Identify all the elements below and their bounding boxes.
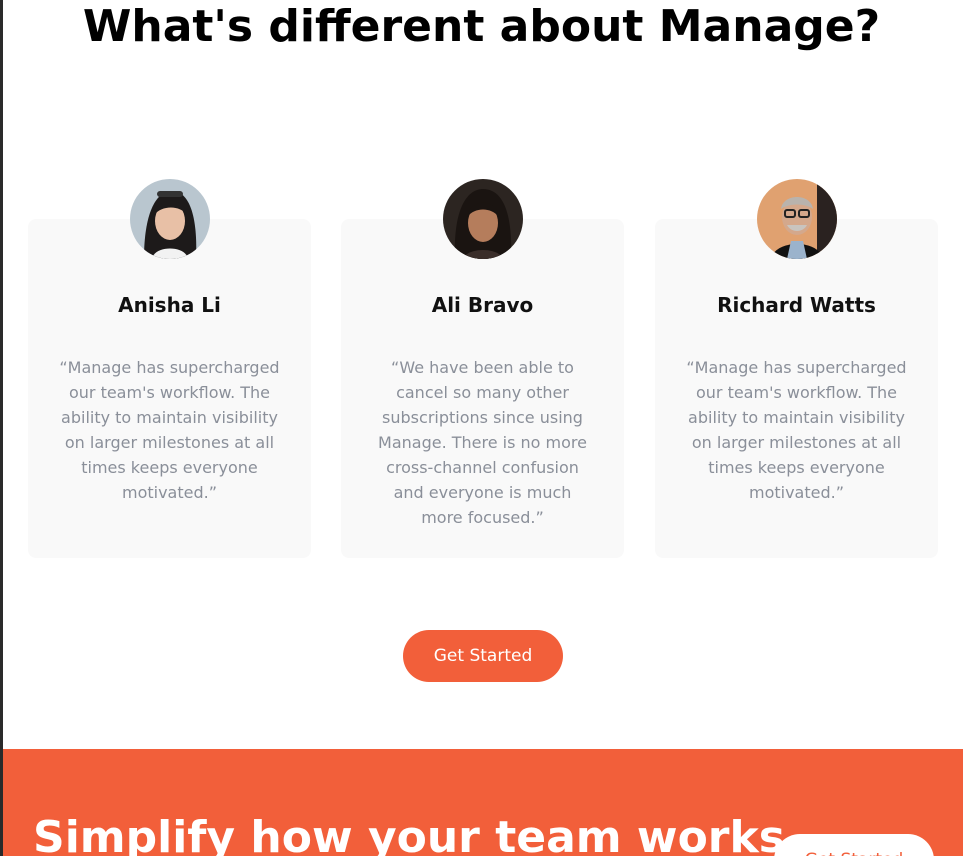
testimonial-name: Ali Bravo — [431, 293, 534, 317]
cta-banner: Simplify how your team works Get Started — [3, 749, 963, 856]
avatar-anisha-li — [129, 179, 210, 259]
banner-title: Simplify how your team works — [33, 812, 785, 856]
testimonial-card: Ali Bravo “We have been able to cancel s… — [341, 179, 624, 558]
window-left-border — [0, 0, 3, 856]
testimonial-quote: “We have been able to cancel so many oth… — [378, 358, 587, 527]
testimonial-quote: “Manage has supercharged our team's work… — [686, 358, 907, 502]
get-started-button[interactable]: Get Started — [403, 630, 563, 682]
testimonial-name: Richard Watts — [717, 293, 876, 317]
avatar-ali-bravo — [442, 179, 523, 259]
avatar-richard-watts — [756, 179, 837, 259]
testimonial-name: Anisha Li — [118, 293, 221, 317]
testimonial-card: Anisha Li “Manage has supercharged our t… — [28, 179, 311, 558]
page-title: What's different about Manage? — [82, 1, 881, 52]
testimonial-card: Richard Watts “Manage has supercharged o… — [655, 179, 938, 558]
banner-get-started-button[interactable]: Get Started — [774, 834, 934, 856]
testimonial-quote: “Manage has supercharged our team's work… — [59, 358, 280, 502]
